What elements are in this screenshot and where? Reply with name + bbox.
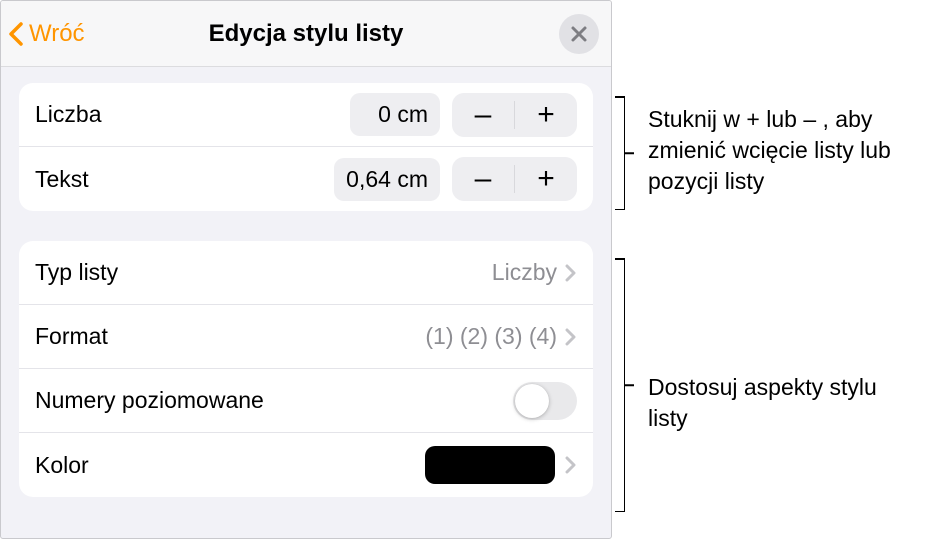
- indent-number-decrement[interactable]: –: [452, 93, 514, 137]
- style-group: Typ listy Liczby Format (1) (2) (3) (4) …: [19, 241, 593, 497]
- indent-group: Liczba 0 cm – + Tekst 0,64 cm – +: [19, 83, 593, 211]
- indent-text-value[interactable]: 0,64 cm: [334, 158, 440, 201]
- callout-bottom: Dostosuj aspekty stylu listy: [648, 372, 908, 434]
- callout-top: Stuknij w + lub – , aby zmienić wcięcie …: [648, 104, 918, 197]
- indent-number-label: Liczba: [35, 101, 350, 128]
- chevron-right-icon: [565, 455, 577, 475]
- indent-number-stepper: – +: [452, 93, 577, 137]
- indent-number-increment[interactable]: +: [515, 93, 577, 137]
- indent-text-stepper: – +: [452, 157, 577, 201]
- color-row[interactable]: Kolor: [19, 433, 593, 497]
- bracket-bottom: [624, 258, 625, 512]
- annotations: Stuknij w + lub – , aby zmienić wcięcie …: [612, 0, 932, 539]
- close-button[interactable]: [559, 14, 599, 54]
- bracket-top: [624, 96, 625, 210]
- tiered-numbers-row: Numery poziomowane: [19, 369, 593, 433]
- color-label: Kolor: [35, 452, 425, 479]
- indent-text-row: Tekst 0,64 cm – +: [19, 147, 593, 211]
- indent-text-label: Tekst: [35, 166, 334, 193]
- chevron-left-icon: [7, 20, 27, 48]
- back-label: Wróć: [29, 20, 85, 48]
- chevron-right-icon: [565, 327, 577, 347]
- format-value: (1) (2) (3) (4): [425, 323, 557, 350]
- list-type-value: Liczby: [492, 259, 557, 286]
- list-type-label: Typ listy: [35, 259, 492, 286]
- format-row[interactable]: Format (1) (2) (3) (4): [19, 305, 593, 369]
- indent-text-decrement[interactable]: –: [452, 157, 514, 201]
- list-type-row[interactable]: Typ listy Liczby: [19, 241, 593, 305]
- color-swatch: [425, 446, 555, 484]
- indent-number-row: Liczba 0 cm – +: [19, 83, 593, 147]
- switch-thumb: [515, 384, 549, 418]
- list-style-editor-panel: Wróć Edycja stylu listy Liczba 0 cm –: [0, 0, 612, 539]
- indent-text-increment[interactable]: +: [515, 157, 577, 201]
- panel-content: Liczba 0 cm – + Tekst 0,64 cm – +: [1, 67, 611, 538]
- close-icon: [570, 25, 588, 43]
- back-button[interactable]: Wróć: [7, 20, 85, 48]
- tiered-numbers-label: Numery poziomowane: [35, 387, 513, 414]
- panel-title: Edycja stylu listy: [0, 20, 612, 48]
- panel-header: Wróć Edycja stylu listy: [1, 1, 611, 67]
- indent-number-value[interactable]: 0 cm: [350, 93, 440, 136]
- tiered-numbers-switch[interactable]: [513, 382, 577, 420]
- format-label: Format: [35, 323, 425, 350]
- chevron-right-icon: [565, 263, 577, 283]
